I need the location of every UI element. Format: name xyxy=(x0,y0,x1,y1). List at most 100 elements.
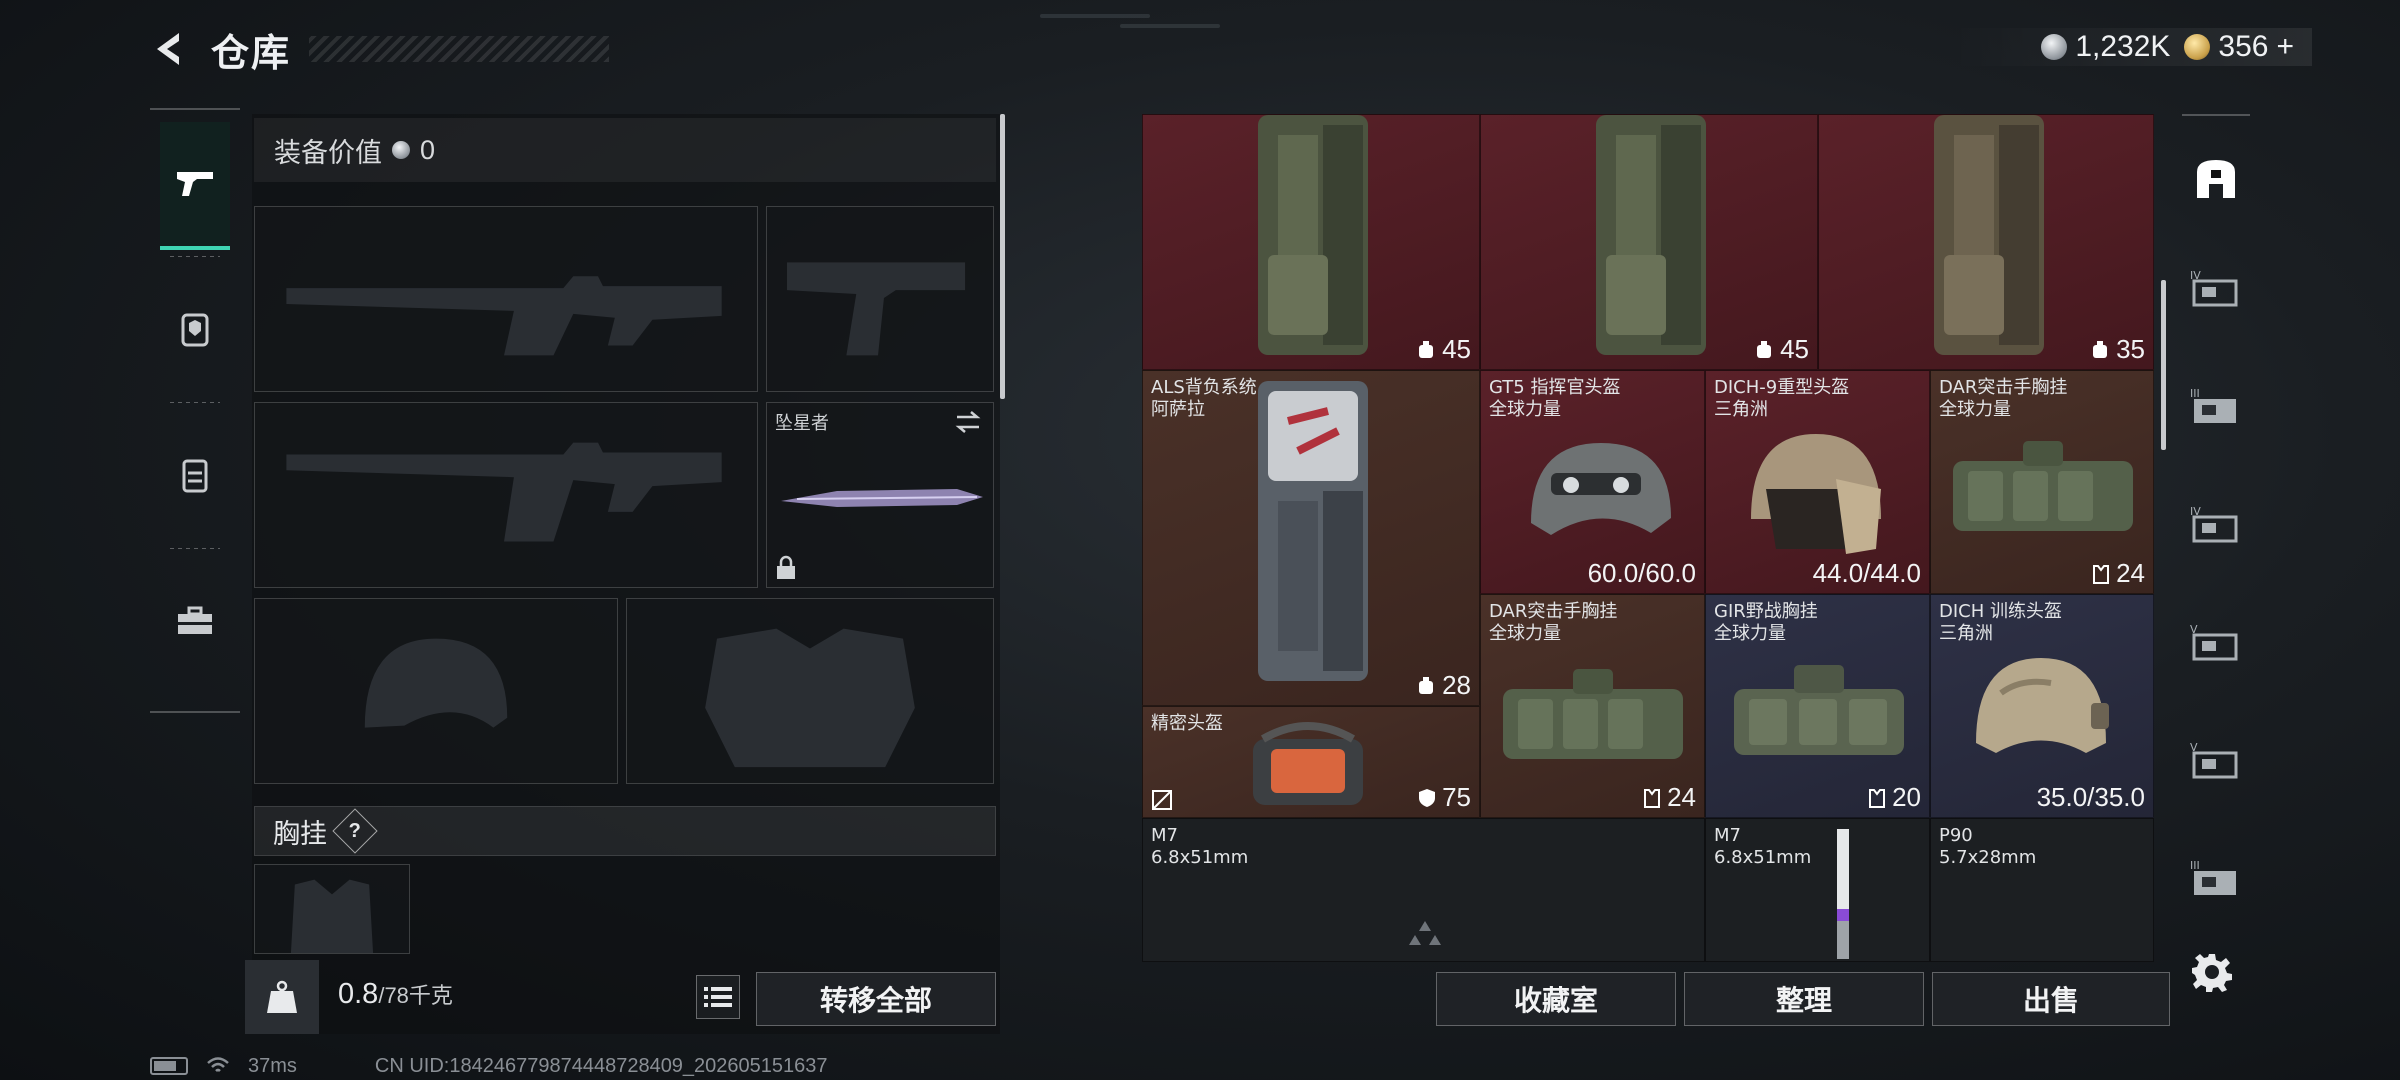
stash-item-backpack[interactable]: 45 xyxy=(1480,114,1818,370)
sell-button[interactable]: 出售 xyxy=(1932,972,2170,1026)
item-stat-value: 20 xyxy=(1892,782,1921,812)
pistol-slot[interactable] xyxy=(766,206,994,392)
headset-item-icon xyxy=(1253,722,1363,805)
durability-shield-icon xyxy=(1419,788,1436,807)
stash-item-dich-helmet[interactable]: DICH 训练头盔 三角洲 35.0/35.0 xyxy=(1930,594,2154,818)
item-name: M7 6.8x51mm xyxy=(1151,825,1249,868)
weight-button[interactable] xyxy=(245,960,319,1034)
helmet-item-icon xyxy=(1751,434,1881,554)
stash-item-m7-ammo[interactable]: M7 6.8x51mm xyxy=(1705,818,1930,962)
item-stat-value: 44.0/44.0 xyxy=(1812,558,1921,588)
secondary-weapon-slot[interactable] xyxy=(254,402,758,588)
gold-amount: 356 xyxy=(2218,30,2269,63)
currency-bar: 1,232K 356 + xyxy=(1951,28,2312,66)
stash-item-als[interactable]: ALS背负系统 阿萨拉 28 xyxy=(1142,370,1480,706)
equipment-value-label: 装备价值 xyxy=(274,137,382,168)
body-armor-slot[interactable] xyxy=(626,598,994,784)
tier-iv-case-icon: IV xyxy=(2190,269,2238,307)
pistol-silhouette-icon xyxy=(787,262,966,356)
vest-silhouette-icon xyxy=(705,628,915,768)
rail-item-weapons[interactable] xyxy=(150,110,240,256)
item-stat-value: 28 xyxy=(1442,670,1471,700)
gold-coin-icon xyxy=(2184,34,2211,60)
item-stat: 35 xyxy=(2090,334,2145,365)
settings-button[interactable] xyxy=(2190,950,2234,994)
silver-currency: 1,232K xyxy=(2041,30,2170,64)
loadout-panel: 装备价值 0 坠星者 胸挂 ? xyxy=(252,114,1000,1034)
tier-v-case-icon: V xyxy=(2190,623,2238,661)
stash-item-dich9-helmet[interactable]: DICH-9重型头盔 三角洲 44.0/44.0 xyxy=(1705,370,1930,594)
chest-rig-slot[interactable] xyxy=(254,864,410,954)
silver-coin-icon xyxy=(2041,34,2068,60)
ping-text: 37ms xyxy=(248,1054,297,1077)
rail-item-case-v[interactable]: V xyxy=(2182,598,2250,688)
rail-item-case-iv[interactable]: IV xyxy=(2182,244,2250,334)
background-streak xyxy=(1120,24,1220,28)
item-stat: 28 xyxy=(1416,670,1471,701)
item-stat: 20 xyxy=(1868,782,1921,813)
svg-text:III: III xyxy=(2190,387,2200,400)
battery-icon xyxy=(150,1057,188,1075)
transfer-all-button[interactable]: 转移全部 xyxy=(756,972,996,1026)
rail-item-supplies[interactable] xyxy=(150,548,240,694)
list-view-button[interactable] xyxy=(696,975,740,1019)
item-stat: 75 xyxy=(1418,782,1471,813)
back-button[interactable] xyxy=(145,25,193,73)
melee-slot[interactable]: 坠星者 xyxy=(766,402,994,588)
chest-rig-silhouette-icon xyxy=(290,879,374,953)
stash-item-precise-headset[interactable]: 精密头盔 75 xyxy=(1142,706,1480,818)
weight-icon xyxy=(267,980,297,1013)
gold-plus-button[interactable]: + xyxy=(2276,30,2294,64)
stash-item-p90-ammo[interactable]: P90 5.7x28mm xyxy=(1930,818,2154,962)
primary-weapon-slot[interactable] xyxy=(254,206,758,392)
vest-capacity-icon xyxy=(2093,564,2110,584)
rail-item-backpack[interactable] xyxy=(150,402,240,548)
item-name: DAR突击手胸挂 全球力量 xyxy=(1939,377,2068,420)
weight-max: /78千克 xyxy=(378,983,453,1008)
helmet-item-icon xyxy=(1531,443,1671,535)
list-icon xyxy=(704,987,732,1007)
rail-item-case-v-2[interactable]: V xyxy=(2182,716,2250,806)
stash-item-dar-chest-rig[interactable]: DAR突击手胸挂 全球力量 24 xyxy=(1930,370,2154,594)
rail-item-case-iii[interactable]: III xyxy=(2182,362,2250,452)
stash-grid: 45 45 35 ALS背负系统 阿萨拉 28 GT5 指挥官头盔 全球力量 6… xyxy=(1142,114,2154,962)
stash-scrollbar[interactable] xyxy=(2161,280,2166,450)
vest-capacity-icon xyxy=(1869,788,1886,808)
item-name: 精密头盔 xyxy=(1151,713,1223,734)
background-streak xyxy=(1040,14,1150,18)
chest-rig-item-icon xyxy=(1734,665,1904,755)
stash-item-gir-chest-rig[interactable]: GIR野战胸挂 全球力量 20 xyxy=(1705,594,1930,818)
backpack-item-icon xyxy=(1258,115,1368,355)
stack-triangle-icon xyxy=(1409,921,1441,945)
capacity-icon xyxy=(2093,340,2108,358)
stash-item-gt5-helmet[interactable]: GT5 指挥官头盔 全球力量 60.0/60.0 xyxy=(1480,370,1705,594)
helmet-slot[interactable] xyxy=(254,598,618,784)
rail-item-case-iii-2[interactable]: III xyxy=(2182,834,2250,924)
stash-item-m7-ammo[interactable]: M7 6.8x51mm xyxy=(1142,818,1705,962)
helmet-item-icon xyxy=(1976,658,2109,753)
stash-item-backpack[interactable]: 35 xyxy=(1818,114,2154,370)
organize-button[interactable]: 整理 xyxy=(1684,972,1924,1026)
title-stripe xyxy=(309,36,610,62)
wifi-icon xyxy=(207,1057,229,1072)
vest-capacity-icon xyxy=(1644,788,1661,808)
swap-icon[interactable] xyxy=(953,409,983,435)
gold-currency[interactable]: 356 + xyxy=(2184,30,2294,64)
chest-rig-section: 胸挂 ? xyxy=(254,806,996,856)
backpack-item-icon xyxy=(1258,381,1368,681)
item-stat-value: 60.0/60.0 xyxy=(1587,558,1696,588)
silver-amount: 1,232K xyxy=(2075,30,2171,63)
rail-item-container[interactable] xyxy=(2182,134,2250,224)
knife-icon xyxy=(781,489,983,507)
rail-item-case-iv-2[interactable]: IV xyxy=(2182,480,2250,570)
item-stat-value: 24 xyxy=(1667,782,1696,812)
item-name: DICH-9重型头盔 三角洲 xyxy=(1714,377,1850,420)
stash-item-backpack[interactable]: 45 xyxy=(1142,114,1480,370)
loadout-scrollbar[interactable] xyxy=(1000,114,1005,399)
rifle-silhouette-icon xyxy=(286,442,722,542)
stash-item-dar-chest-rig[interactable]: DAR突击手胸挂 全球力量 24 xyxy=(1480,594,1705,818)
rail-item-armor[interactable] xyxy=(150,256,240,402)
help-button[interactable]: ? xyxy=(332,808,378,854)
item-name: GT5 指挥官头盔 全球力量 xyxy=(1489,377,1621,420)
collection-room-button[interactable]: 收藏室 xyxy=(1436,972,1676,1026)
